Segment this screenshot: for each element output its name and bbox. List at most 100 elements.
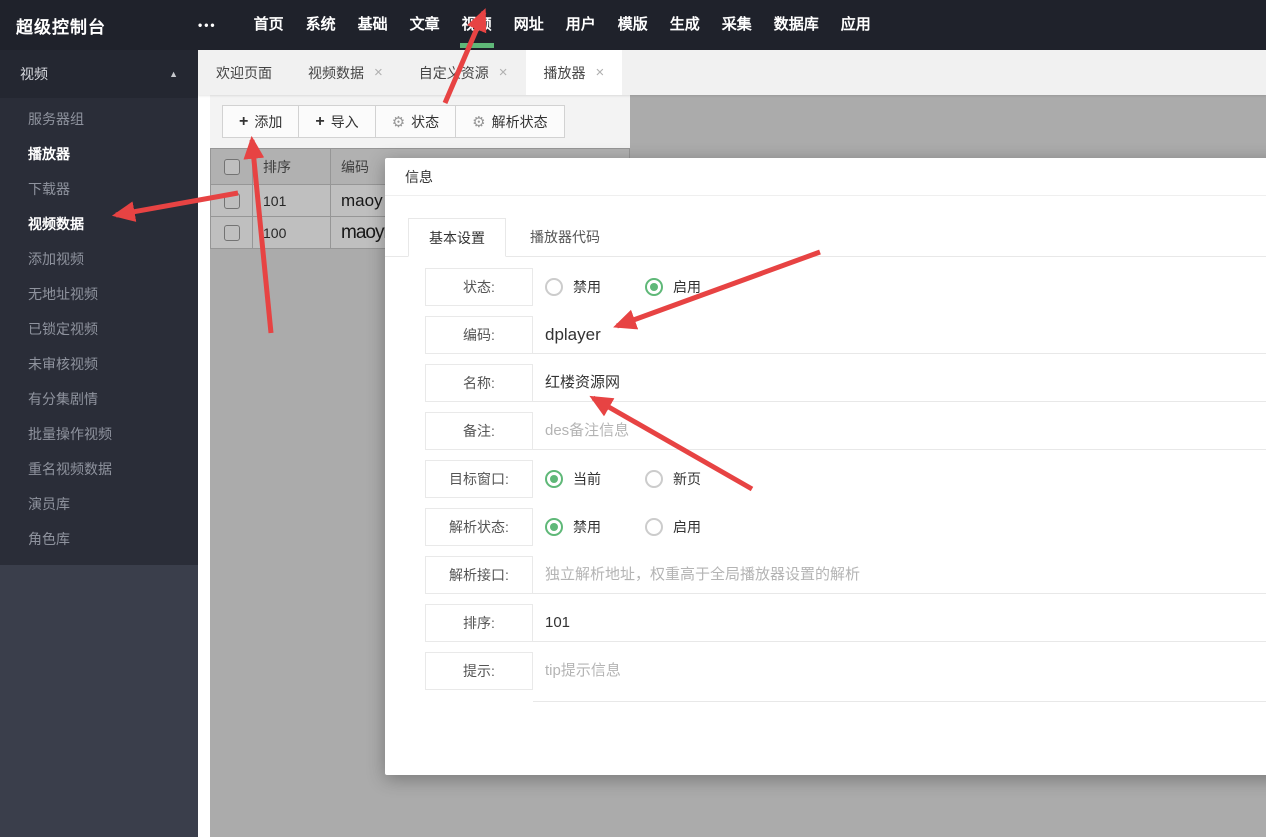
nav-item-数据库[interactable]: 数据库: [774, 0, 819, 50]
sidebar-item-无地址视频[interactable]: 无地址视频: [0, 277, 198, 312]
plus-icon: +: [239, 113, 248, 131]
sidebar-item-播放器[interactable]: 播放器: [0, 137, 198, 172]
nav-item-视频[interactable]: 视频: [462, 0, 492, 50]
gear-icon: ⚙: [472, 113, 485, 131]
row-checkbox-cell: [211, 217, 253, 248]
sidebar-item-下载器[interactable]: 下载器: [0, 172, 198, 207]
nav-item-文章[interactable]: 文章: [410, 0, 440, 50]
more-dots-icon[interactable]: •••: [198, 18, 217, 32]
sidebar-item-服务器组[interactable]: 服务器组: [0, 102, 198, 137]
modal-tab-基本设置[interactable]: 基本设置: [408, 218, 506, 257]
modal-title: 信息: [385, 158, 1266, 196]
sidebar-item-已锁定视频[interactable]: 已锁定视频: [0, 312, 198, 347]
sidebar-item-演员库[interactable]: 演员库: [0, 487, 198, 522]
modal-backdrop-top: [630, 95, 1266, 148]
input-提示[interactable]: tip提示信息: [533, 652, 1266, 702]
sidebar-item-添加视频[interactable]: 添加视频: [0, 242, 198, 277]
toolbar: +添加+导入⚙状态⚙解析状态: [210, 95, 630, 148]
info-modal: 信息 基本设置播放器代码 状态:禁用启用编码:dplayer名称:红楼资源网备注…: [385, 158, 1266, 775]
tab-欢迎页面[interactable]: 欢迎页面: [198, 50, 290, 95]
row-checkbox[interactable]: [224, 225, 240, 241]
解析状态-button[interactable]: ⚙ 解析状态: [455, 105, 564, 138]
app-title: 超级控制台: [16, 13, 106, 38]
plus-icon: +: [315, 113, 324, 131]
nav-item-应用[interactable]: 应用: [841, 0, 871, 50]
sidebar-item-未审核视频[interactable]: 未审核视频: [0, 347, 198, 382]
radio-label: 启用: [673, 517, 701, 537]
field-label: 排序:: [425, 604, 533, 642]
nav-item-系统[interactable]: 系统: [306, 0, 336, 50]
nav-item-采集[interactable]: 采集: [722, 0, 752, 50]
nav-item-首页[interactable]: 首页: [254, 0, 284, 50]
button-label: 解析状态: [492, 112, 548, 132]
radio-unchecked[interactable]: [545, 278, 563, 296]
field-label: 解析状态:: [425, 508, 533, 546]
radio-option-新页[interactable]: 新页: [645, 469, 701, 489]
header-checkbox-cell: [211, 149, 253, 184]
sidebar-item-重名视频数据[interactable]: 重名视频数据: [0, 452, 198, 487]
cell-order: 101: [253, 185, 331, 216]
field-label: 目标窗口:: [425, 460, 533, 498]
radio-label: 新页: [673, 469, 701, 489]
row-checkbox-cell: [211, 185, 253, 216]
radio-checked[interactable]: [545, 518, 563, 536]
collapse-caret-icon[interactable]: ▲: [169, 69, 178, 79]
select-all-checkbox[interactable]: [224, 159, 240, 175]
modal-form: 状态:禁用启用编码:dplayer名称:红楼资源网备注:des备注信息目标窗口:…: [385, 268, 1266, 702]
radio-unchecked[interactable]: [645, 470, 663, 488]
tab-自定义资源[interactable]: 自定义资源 ×: [401, 50, 526, 95]
nav-item-用户[interactable]: 用户: [566, 0, 596, 50]
tab-视频数据[interactable]: 视频数据 ×: [290, 50, 401, 95]
input-名称[interactable]: 红楼资源网: [533, 364, 1266, 402]
sidebar-item-视频数据[interactable]: 视频数据: [0, 207, 198, 242]
gear-icon: ⚙: [392, 113, 405, 131]
radio-label: 当前: [573, 469, 601, 489]
nav-item-网址[interactable]: 网址: [514, 0, 544, 50]
radio-unchecked[interactable]: [645, 518, 663, 536]
cell-order: 100: [253, 217, 331, 248]
tab-label: 视频数据: [308, 63, 364, 83]
field-label: 解析接口:: [425, 556, 533, 594]
header-order: 排序: [253, 149, 331, 184]
row-checkbox[interactable]: [224, 193, 240, 209]
radio-group: 当前 新页: [533, 460, 1266, 498]
radio-option-禁用[interactable]: 禁用: [545, 277, 601, 297]
close-icon[interactable]: ×: [499, 65, 508, 80]
nav-item-基础[interactable]: 基础: [358, 0, 388, 50]
radio-option-启用[interactable]: 启用: [645, 277, 701, 297]
radio-checked[interactable]: [545, 470, 563, 488]
sidebar-item-角色库[interactable]: 角色库: [0, 522, 198, 557]
page-tabbar: 欢迎页面 视频数据 × 自定义资源 × 播放器 ×: [198, 50, 1266, 95]
input-备注[interactable]: des备注信息: [533, 412, 1266, 450]
field-row-解析接口: 解析接口:独立解析地址，权重高于全局播放器设置的解析: [425, 556, 1266, 594]
close-icon[interactable]: ×: [374, 65, 383, 80]
tab-label: 播放器: [544, 63, 586, 83]
sidebar-item-有分集剧情[interactable]: 有分集剧情: [0, 382, 198, 417]
field-label: 编码:: [425, 316, 533, 354]
field-row-名称: 名称:红楼资源网: [425, 364, 1266, 402]
nav-item-模版[interactable]: 模版: [618, 0, 648, 50]
field-row-备注: 备注:des备注信息: [425, 412, 1266, 450]
input-排序[interactable]: 101: [533, 604, 1266, 642]
radio-option-当前[interactable]: 当前: [545, 469, 601, 489]
导入-button[interactable]: + 导入: [298, 105, 375, 138]
button-label: 添加: [254, 112, 282, 132]
tab-播放器[interactable]: 播放器 ×: [526, 50, 623, 95]
sidebar-group-video[interactable]: 视频 ▲: [0, 50, 198, 98]
field-row-编码: 编码:dplayer: [425, 316, 1266, 354]
radio-option-禁用[interactable]: 禁用: [545, 517, 601, 537]
nav-item-生成[interactable]: 生成: [670, 0, 700, 50]
input-编码[interactable]: dplayer: [533, 316, 1266, 354]
input-解析接口[interactable]: 独立解析地址，权重高于全局播放器设置的解析: [533, 556, 1266, 594]
radio-option-启用[interactable]: 启用: [645, 517, 701, 537]
radio-checked[interactable]: [645, 278, 663, 296]
button-label: 导入: [331, 112, 359, 132]
top-nav-menu: 首页系统基础文章视频网址用户模版生成采集数据库应用: [243, 0, 882, 50]
状态-button[interactable]: ⚙状态: [375, 105, 456, 138]
tab-label: 自定义资源: [419, 63, 489, 83]
sidebar-item-批量操作视频[interactable]: 批量操作视频: [0, 417, 198, 452]
close-icon[interactable]: ×: [596, 65, 605, 80]
tab-label: 欢迎页面: [216, 63, 272, 83]
modal-tab-播放器代码[interactable]: 播放器代码: [506, 218, 624, 256]
添加-button[interactable]: + 添加: [222, 105, 299, 138]
